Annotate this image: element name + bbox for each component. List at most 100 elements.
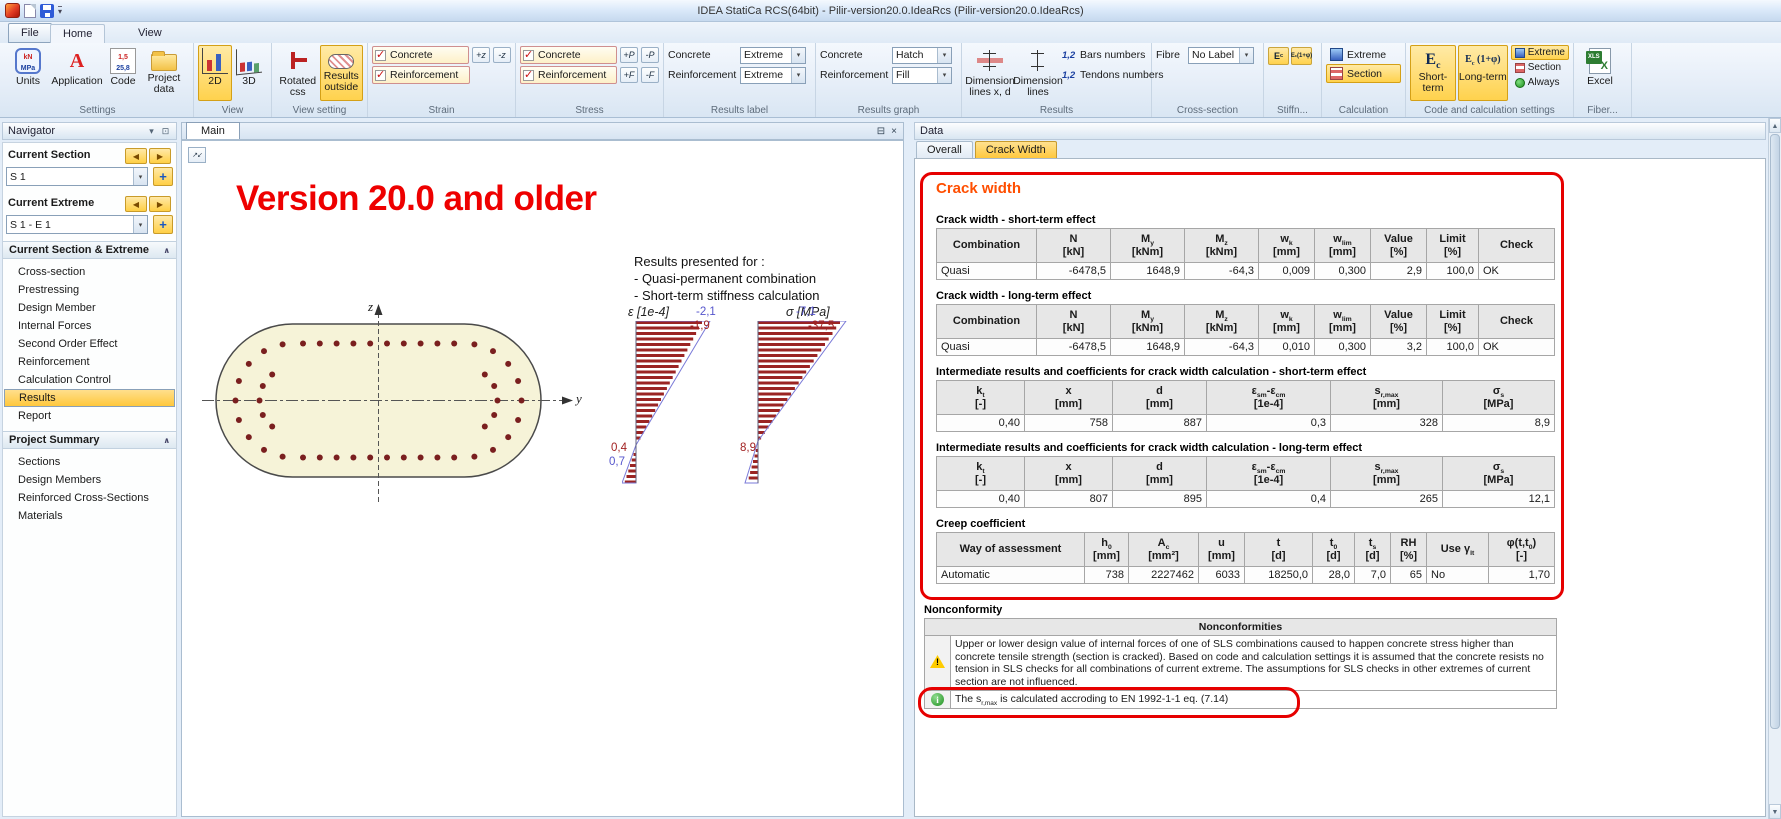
current-section-select[interactable]: S 1 ▾ bbox=[6, 167, 148, 186]
column-header: kt[-] bbox=[937, 381, 1025, 415]
project-summary-group-header[interactable]: Project Summary ∧ bbox=[3, 431, 176, 449]
nav-item-second-order-effect[interactable]: Second Order Effect bbox=[4, 335, 175, 353]
nav-item-calculation-control[interactable]: Calculation Control bbox=[4, 371, 175, 389]
fibre-select[interactable]: No Label ▾ bbox=[1188, 47, 1254, 64]
code-section-button[interactable]: Section bbox=[1511, 60, 1569, 75]
ribbon-group-results-label: Concrete Extreme ▾ Reinforcement Extreme… bbox=[664, 43, 816, 117]
close-icon[interactable]: × bbox=[891, 126, 897, 137]
ribbon-group-code-settings: Ec Short-term Ec (1+φ) Long-term Extreme… bbox=[1406, 43, 1574, 117]
next-section-button[interactable]: ▶ bbox=[149, 148, 171, 164]
nav-item-internal-forces[interactable]: Internal Forces bbox=[4, 317, 175, 335]
qat-dropdown-icon[interactable]: ▾ bbox=[58, 6, 62, 16]
nav-item-reinforcement[interactable]: Reinforcement bbox=[4, 353, 175, 371]
code-always-button[interactable]: Always bbox=[1511, 75, 1569, 90]
tab-crack-width[interactable]: Crack Width bbox=[975, 141, 1057, 158]
ec-long-term-icon: Ec (1+φ) bbox=[1465, 48, 1501, 72]
stress-concrete-toggle[interactable]: ✓ Concrete bbox=[520, 46, 617, 64]
z-axis-label: z bbox=[368, 299, 373, 315]
rotated-css-button[interactable]: Rotated css bbox=[276, 45, 320, 101]
tab-file[interactable]: File bbox=[8, 23, 52, 43]
view-3d-button[interactable]: 3D bbox=[232, 45, 266, 101]
stiffness-ec-phi-button[interactable]: Ec(1+φ) bbox=[1291, 47, 1312, 65]
nav-item-design-members[interactable]: Design Members bbox=[4, 471, 175, 489]
column-header: Value[%] bbox=[1371, 305, 1427, 339]
stress-plus-f-button[interactable]: +F bbox=[620, 67, 638, 83]
code-button[interactable]: Code bbox=[104, 45, 142, 101]
tab-view[interactable]: View bbox=[126, 24, 174, 43]
save-icon[interactable] bbox=[40, 4, 54, 18]
short-term-button[interactable]: Ec Short-term bbox=[1410, 45, 1456, 101]
dropdown-icon: ▾ bbox=[937, 48, 951, 63]
previous-section-button[interactable]: ◀ bbox=[125, 148, 147, 164]
reinforcement-graph-select[interactable]: Fill ▾ bbox=[892, 67, 952, 84]
tendons-numbers-toggle[interactable]: 1,2 Tendons numbers bbox=[1062, 65, 1163, 85]
column-header: Check bbox=[1479, 305, 1555, 339]
app-icon[interactable] bbox=[5, 3, 20, 18]
nav-item-prestressing[interactable]: Prestressing bbox=[4, 281, 175, 299]
stress-plus-p-button[interactable]: +P bbox=[620, 47, 638, 63]
strain-plus-z-button[interactable]: +z bbox=[472, 47, 490, 63]
tab-main[interactable]: Main bbox=[186, 122, 240, 139]
previous-extreme-button[interactable]: ◀ bbox=[125, 196, 147, 212]
excel-export-button[interactable]: Excel bbox=[1578, 45, 1622, 101]
drawing-area[interactable]: ↗↙ Version 20.0 and older z y Results pr… bbox=[181, 140, 904, 817]
current-extreme-label: Current Extreme bbox=[8, 197, 94, 209]
view-2d-button[interactable]: 2D bbox=[198, 45, 232, 101]
nav-item-sections[interactable]: Sections bbox=[4, 453, 175, 471]
checkbox-checked-icon: ✓ bbox=[375, 70, 386, 81]
cell: 1,70 bbox=[1489, 567, 1555, 584]
application-button[interactable]: Application bbox=[50, 45, 104, 101]
units-button[interactable]: Units bbox=[6, 45, 50, 101]
dimension-lines-button[interactable]: Dimension lines bbox=[1014, 45, 1062, 101]
stress-minus-p-button[interactable]: -P bbox=[641, 47, 659, 63]
nav-item-reinforced-cross-sections[interactable]: Reinforced Cross-Sections bbox=[4, 489, 175, 507]
autohide-icon[interactable]: ⊟ bbox=[877, 126, 885, 137]
nav-item-materials[interactable]: Materials bbox=[4, 507, 175, 525]
column-header: d[mm] bbox=[1113, 457, 1207, 491]
reinforcement-label-select[interactable]: Extreme ▾ bbox=[740, 67, 806, 84]
add-section-button[interactable]: + bbox=[153, 167, 173, 186]
fit-view-button[interactable]: ↗↙ bbox=[188, 147, 206, 163]
nav-item-results[interactable]: Results bbox=[4, 389, 175, 407]
project-data-button[interactable]: Project data bbox=[142, 45, 186, 101]
current-extreme-select[interactable]: S 1 - E 1 ▾ bbox=[6, 215, 148, 234]
bars-numbers-toggle[interactable]: 1,2 Bars numbers bbox=[1062, 45, 1163, 65]
collapse-icon[interactable]: ▾ bbox=[146, 126, 157, 137]
strain-minus-z-button[interactable]: -z bbox=[493, 47, 511, 63]
strain-reinforcement-toggle[interactable]: ✓ Reinforcement bbox=[372, 66, 470, 84]
strain-concrete-toggle[interactable]: ✓ Concrete bbox=[372, 46, 469, 64]
cell: 18250,0 bbox=[1245, 567, 1313, 584]
concrete-label-select[interactable]: Extreme ▾ bbox=[740, 47, 806, 64]
code-extreme-button[interactable]: Extreme bbox=[1511, 45, 1569, 60]
dimension-lines-xd-button[interactable]: Dimension lines x, d bbox=[966, 45, 1014, 101]
results-outside-button[interactable]: Results outside bbox=[320, 45, 364, 101]
crack-short-term-table: Combination N[kN] My[kNm] Mz[kNm] wk[mm]… bbox=[936, 228, 1555, 280]
stress-reinforcement-toggle[interactable]: ✓ Reinforcement bbox=[520, 66, 617, 84]
new-document-icon[interactable] bbox=[24, 4, 36, 18]
nav-item-cross-section[interactable]: Cross-section bbox=[4, 263, 175, 281]
scroll-thumb[interactable] bbox=[1770, 134, 1780, 729]
stiffness-ec-button[interactable]: Ec bbox=[1268, 47, 1289, 65]
stress-minus-f-button[interactable]: -F bbox=[641, 67, 659, 83]
add-extreme-button[interactable]: + bbox=[153, 215, 173, 234]
units-icon bbox=[15, 48, 41, 74]
calculation-extreme-button[interactable]: Extreme bbox=[1326, 45, 1401, 64]
cell: OK bbox=[1479, 339, 1555, 356]
next-extreme-button[interactable]: ▶ bbox=[149, 196, 171, 212]
calculation-section-button[interactable]: Section bbox=[1326, 64, 1401, 83]
extreme-icon bbox=[1330, 48, 1343, 61]
column-header: kt[-] bbox=[937, 457, 1025, 491]
scroll-down-icon[interactable]: ▼ bbox=[1769, 804, 1781, 819]
tab-home[interactable]: Home bbox=[50, 24, 105, 43]
pin-icon[interactable]: ⊡ bbox=[160, 126, 171, 137]
long-term-button[interactable]: Ec (1+φ) Long-term bbox=[1458, 45, 1508, 101]
data-scrollbar[interactable]: ▲ ▼ bbox=[1768, 118, 1781, 819]
tab-overall[interactable]: Overall bbox=[916, 141, 973, 158]
nav-item-report[interactable]: Report bbox=[4, 407, 175, 425]
project-data-icon bbox=[151, 54, 177, 71]
nav-item-design-member[interactable]: Design Member bbox=[4, 299, 175, 317]
section-extreme-group-header[interactable]: Current Section & Extreme ∧ bbox=[3, 241, 176, 259]
scroll-up-icon[interactable]: ▲ bbox=[1769, 118, 1781, 133]
cell: 895 bbox=[1113, 491, 1207, 508]
concrete-graph-select[interactable]: Hatch ▾ bbox=[892, 47, 952, 64]
